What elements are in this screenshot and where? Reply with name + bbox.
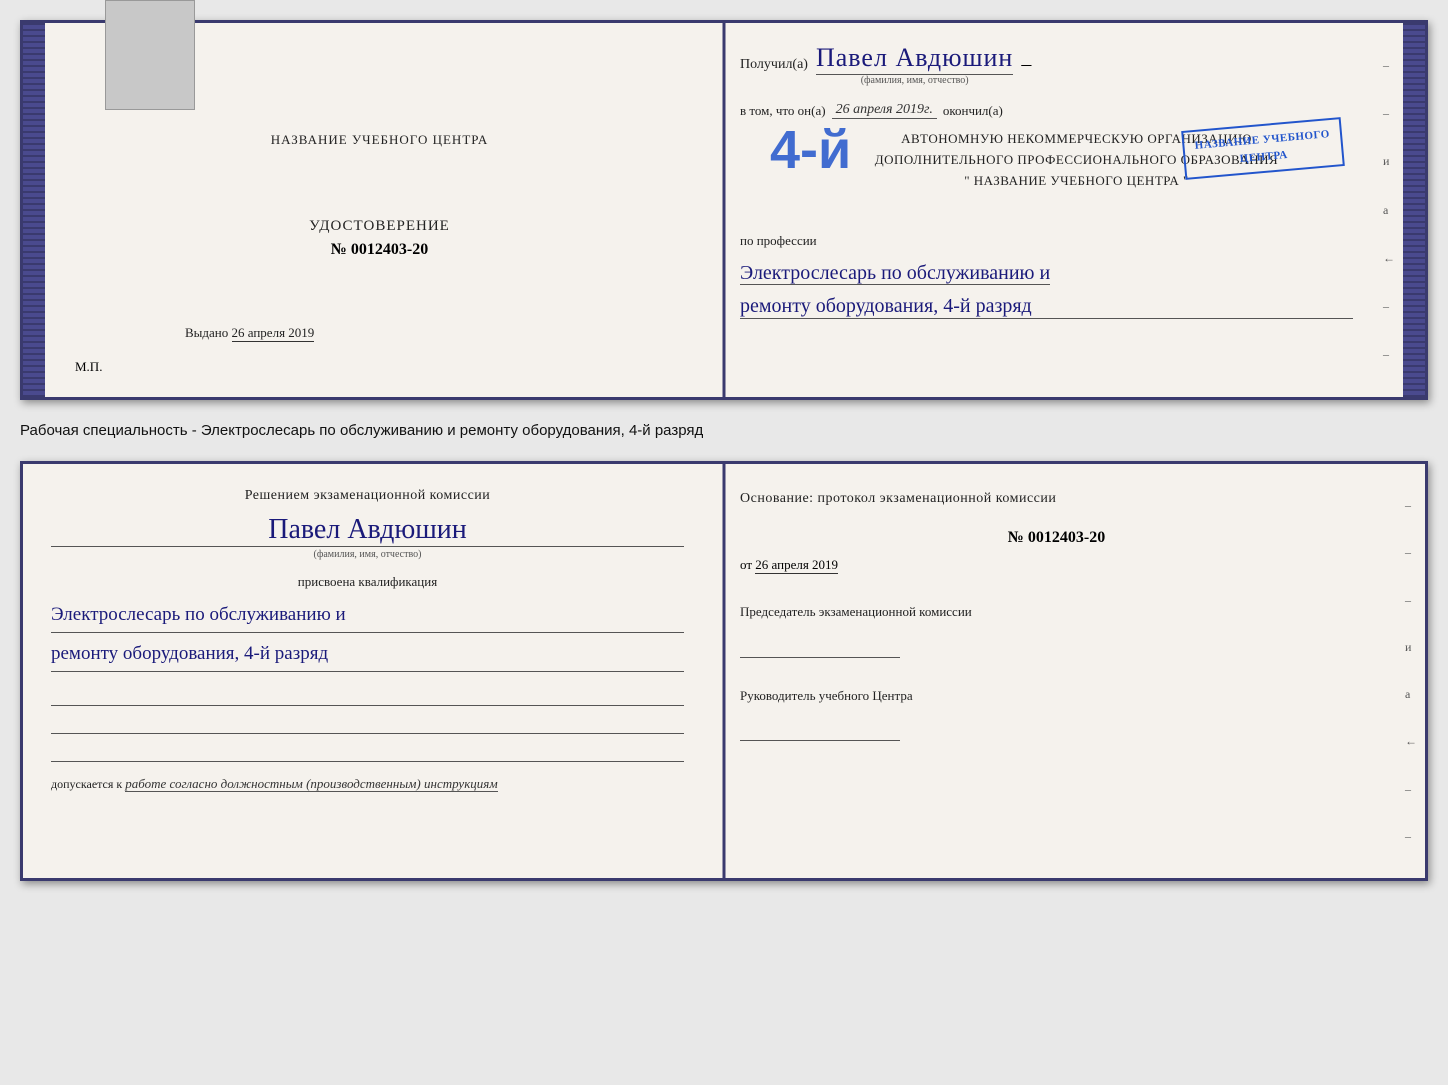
received-block: Получил(а) Павел Авдюшин (фамилия, имя, … — [740, 43, 1353, 86]
prof2-line1: Электрослесарь по обслуживанию и — [51, 598, 684, 633]
signature-lines — [51, 688, 684, 762]
mp-label: М.П. — [75, 359, 102, 375]
profession-line1: Электрослесарь по обслуживанию и — [740, 262, 1050, 285]
director-signature-line — [740, 719, 900, 741]
stamp-line1: НАЗВАНИЕ УЧЕБНОГО ЦЕНТРА — [1194, 126, 1332, 171]
description-text: Рабочая специальность - Электрослесарь п… — [20, 418, 1428, 443]
chairman-signature-line — [740, 636, 900, 658]
bottom-certificate-booklet: Решением экзаменационной комиссии Павел … — [20, 461, 1428, 881]
commission-name-subtitle: (фамилия, имя, отчество) — [51, 549, 684, 560]
protocol-date-line: от 26 апреля 2019 — [740, 557, 1373, 574]
cert2-right-page: Основание: протокол экзаменационной коми… — [712, 464, 1401, 878]
spine-left — [23, 23, 45, 397]
side-dash-9: – — [1405, 829, 1421, 844]
sig-line-1 — [51, 688, 684, 706]
side-dash-4: – — [1383, 347, 1399, 362]
spine-right — [1403, 23, 1425, 397]
допускается-text: работе согласно должностным (производств… — [125, 776, 497, 792]
sig-line-2 — [51, 716, 684, 734]
date-prefix: от — [740, 557, 752, 572]
side-dash-1: – — [1383, 58, 1399, 73]
issued-line: Выдано 26 апреля 2019 — [185, 325, 314, 342]
side-dash-2: – — [1383, 106, 1399, 121]
doc-number: № 0012403-20 — [309, 241, 450, 259]
side-chevron-2: ← — [1405, 734, 1421, 749]
side-dash-5: – — [1405, 498, 1421, 513]
side-dash-7: – — [1405, 593, 1421, 608]
profession-line2: ремонту оборудования, 4-й разряд — [740, 295, 1353, 319]
side-dash-3: – — [1383, 299, 1399, 314]
commission-title: Решением экзаменационной комиссии — [51, 488, 684, 504]
cert2-left-page: Решением экзаменационной комиссии Павел … — [23, 464, 712, 878]
commission-name: Павел Авдюшин — [51, 514, 684, 547]
director-label: Руководитель учебного Центра — [740, 686, 1373, 706]
issued-date: 26 апреля 2019 — [232, 325, 315, 342]
received-label: Получил(а) — [740, 57, 808, 73]
director-block: Руководитель учебного Центра — [740, 686, 1373, 742]
cert-title: НАЗВАНИЕ УЧЕБНОГО ЦЕНТРА — [271, 132, 488, 148]
osnov-title: Основание: протокол экзаменационной коми… — [740, 488, 1373, 509]
side-chevron: ← — [1383, 251, 1399, 266]
top-certificate-booklet: НАЗВАНИЕ УЧЕБНОГО ЦЕНТРА УДОСТОВЕРЕНИЕ №… — [20, 20, 1428, 400]
chairman-block: Председатель экзаменационной комиссии — [740, 602, 1373, 658]
side-dash-8: – — [1405, 782, 1421, 797]
issued-label: Выдано — [185, 325, 228, 340]
vtom-label: в том, что он(а) — [740, 103, 826, 119]
side-и-2: и — [1405, 640, 1421, 655]
side-и: и — [1383, 154, 1399, 169]
protocol-date: 26 апреля 2019 — [755, 557, 838, 574]
org-line3: " НАЗВАНИЕ УЧЕБНОГО ЦЕНТРА " — [800, 171, 1353, 192]
recipient-name: Павел Авдюшин — [816, 43, 1013, 75]
side-dash-6: – — [1405, 545, 1421, 560]
prof2-line2: ремонту оборудования, 4-й разряд — [51, 637, 684, 672]
name-subtitle: (фамилия, имя, отчество) — [816, 75, 1013, 86]
side-decorations-2: – – – и а ← – – — [1401, 464, 1425, 878]
допускается-line: допускается к работе согласно должностны… — [51, 776, 684, 792]
chairman-label: Председатель экзаменационной комиссии — [740, 602, 1373, 622]
sig-line-3 — [51, 744, 684, 762]
protocol-number: № 0012403-20 — [740, 529, 1373, 547]
vtom-line: в том, что он(а) 26 апреля 2019г. окончи… — [740, 102, 1353, 119]
grade-number: 4-й — [770, 119, 851, 181]
допускается-prefix: допускается к — [51, 777, 122, 791]
photo-placeholder — [105, 0, 195, 110]
cert-left-page: НАЗВАНИЕ УЧЕБНОГО ЦЕНТРА УДОСТОВЕРЕНИЕ №… — [45, 23, 714, 397]
assigned-label: присвоена квалификация — [51, 574, 684, 590]
cert-right-page: Получил(а) Павел Авдюшин (фамилия, имя, … — [714, 23, 1379, 397]
doc-type-label: УДОСТОВЕРЕНИЕ — [309, 218, 450, 235]
date-completed: 26 апреля 2019г. — [832, 102, 937, 119]
side-а: а — [1383, 203, 1399, 218]
side-decorations: – – и а ← – – — [1379, 23, 1403, 397]
side-а-2: а — [1405, 687, 1421, 702]
okончил-label: окончил(а) — [943, 103, 1003, 119]
org-block-container: 4-й АВТОНОМНУЮ НЕКОММЕРЧЕСКУЮ ОРГАНИЗАЦИ… — [740, 129, 1353, 219]
profession-label: по профессии — [740, 233, 1353, 249]
